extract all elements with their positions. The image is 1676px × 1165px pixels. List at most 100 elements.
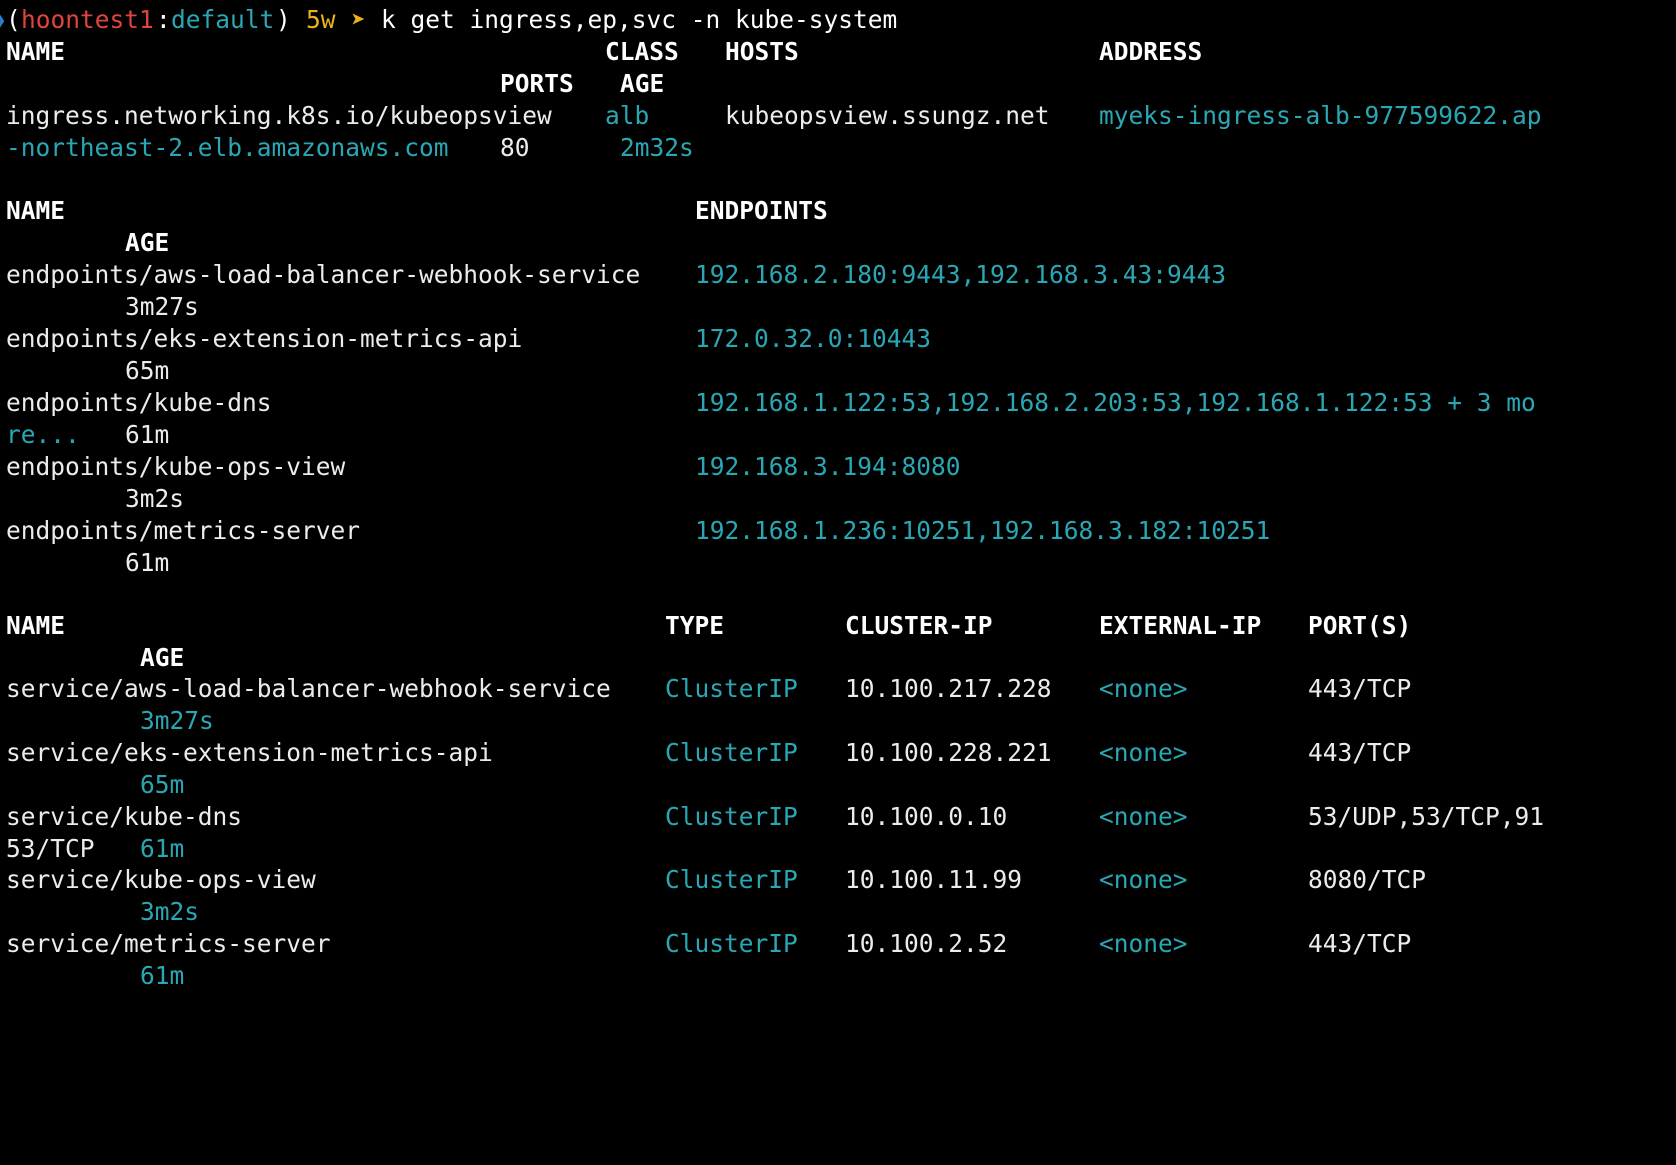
prompt-close-paren: )	[276, 5, 291, 34]
endpoint-name: endpoints/aws-load-balancer-webhook-serv…	[6, 260, 641, 289]
endpoint-age: 65m	[125, 356, 170, 385]
services-header-external-ip: EXTERNAL-IP	[1099, 611, 1262, 640]
service-cluster-ip: 10.100.217.228	[845, 674, 1052, 703]
endpoints-row: endpoints/metrics-server 192.168.1.236:1…	[0, 514, 1676, 548]
endpoints-header-age: AGE	[125, 228, 170, 257]
service-row: service/eks-extension-metrics-api Cluste…	[0, 736, 1676, 770]
endpoint-age: 61m	[125, 420, 170, 449]
endpoints-row-wrap: 3m27s	[0, 290, 1676, 324]
service-age: 61m	[140, 834, 185, 863]
service-age: 65m	[140, 770, 185, 799]
services-header-row: NAME TYPE CLUSTER-IP EXTERNAL-IP PORT(S)	[0, 609, 1676, 643]
service-name: service/kube-ops-view	[6, 865, 316, 894]
service-row: service/kube-ops-view ClusterIP 10.100.1…	[0, 863, 1676, 897]
ingress-name: ingress.networking.k8s.io/kubeopsview	[6, 101, 552, 130]
service-age: 3m27s	[140, 706, 214, 735]
service-row: service/kube-dns ClusterIP 10.100.0.10 <…	[0, 800, 1676, 834]
service-external-ip: <none>	[1099, 929, 1188, 958]
service-row-wrap: 65m	[0, 768, 1676, 802]
endpoints-row: endpoints/aws-load-balancer-webhook-serv…	[0, 258, 1676, 292]
service-name: service/aws-load-balancer-webhook-servic…	[6, 674, 611, 703]
service-row-wrap: 3m2s	[0, 895, 1676, 929]
ingress-class: alb	[605, 101, 650, 130]
service-external-ip: <none>	[1099, 865, 1188, 894]
ingress-header-hosts: HOSTS	[725, 37, 799, 66]
prompt-namespace: default	[171, 5, 275, 34]
endpoint-name: endpoints/kube-ops-view	[6, 452, 346, 481]
service-row-wrap: 3m27s	[0, 704, 1676, 738]
service-type: ClusterIP	[665, 929, 798, 958]
services-header-ports: PORT(S)	[1308, 611, 1412, 640]
endpoint-name: endpoints/eks-extension-metrics-api	[6, 324, 523, 353]
endpoints-row-wrap: re... 61m	[0, 418, 1676, 452]
service-name: service/metrics-server	[6, 929, 331, 958]
ingress-ports: 80	[500, 133, 530, 162]
endpoint-addresses: 192.168.1.236:10251,192.168.3.182:10251	[695, 516, 1271, 545]
service-row-wrap: 61m	[0, 959, 1676, 993]
ingress-header-age: AGE	[620, 69, 665, 98]
service-ports: 8080/TCP	[1308, 865, 1427, 894]
endpoint-addresses: 172.0.32.0:10443	[695, 324, 932, 353]
endpoints-row: endpoints/kube-dns 192.168.1.122:53,192.…	[0, 386, 1676, 420]
endpoints-row: endpoints/kube-ops-view 192.168.3.194:80…	[0, 450, 1676, 484]
service-type: ClusterIP	[665, 865, 798, 894]
ingress-address: myeks-ingress-alb-977599622.ap	[1099, 101, 1542, 130]
service-cluster-ip: 10.100.2.52	[845, 929, 1008, 958]
service-cluster-ip: 10.100.228.221	[845, 738, 1052, 767]
service-row: service/metrics-server ClusterIP 10.100.…	[0, 927, 1676, 961]
service-external-ip: <none>	[1099, 674, 1188, 703]
service-age: 61m	[140, 961, 185, 990]
service-cluster-ip: 10.100.0.10	[845, 802, 1008, 831]
prompt-command[interactable]: k get ingress,ep,svc -n kube-system	[381, 3, 897, 37]
endpoints-row-wrap: 61m	[0, 546, 1676, 580]
services-header-age: AGE	[140, 643, 185, 672]
service-cluster-ip: 10.100.11.99	[845, 865, 1023, 894]
service-ports-wrap: 53/TCP	[6, 834, 95, 863]
service-ports: 53/UDP,53/TCP,91	[1308, 802, 1545, 831]
endpoints-row: endpoints/eks-extension-metrics-api 172.…	[0, 322, 1676, 356]
service-external-ip: <none>	[1099, 738, 1188, 767]
endpoint-name: endpoints/kube-dns	[6, 388, 272, 417]
ingress-header-ports: PORTS	[500, 69, 574, 98]
ingress-hosts: kubeopsview.ssungz.net	[725, 101, 1050, 130]
endpoints-row-wrap: 65m	[0, 354, 1676, 388]
terminal-window[interactable]: ❯ ( hoontest1 : default ) 5w ➤ k get ing…	[0, 0, 1676, 1058]
service-external-ip: <none>	[1099, 802, 1188, 831]
services-header-row-wrap: AGE	[0, 641, 1676, 675]
endpoint-addresses: 192.168.3.194:8080	[695, 452, 961, 481]
services-header-cluster-ip: CLUSTER-IP	[845, 611, 993, 640]
service-row-wrap: 53/TCP 61m	[0, 832, 1676, 866]
ingress-header-address: ADDRESS	[1099, 37, 1203, 66]
prompt-cluster: hoontest1	[21, 5, 154, 34]
service-ports: 443/TCP	[1308, 738, 1412, 767]
endpoints-header-name: NAME	[6, 196, 66, 225]
ingress-age: 2m32s	[620, 133, 694, 162]
ingress-row: ingress.networking.k8s.io/kubeopsview al…	[0, 99, 1676, 133]
service-type: ClusterIP	[665, 674, 798, 703]
endpoint-age: 3m27s	[125, 292, 199, 321]
ingress-address-wrap: -northeast-2.elb.amazonaws.com	[6, 133, 449, 162]
endpoint-name: endpoints/metrics-server	[6, 516, 361, 545]
prompt-chevron-icon: ➤	[351, 5, 366, 34]
endpoint-age: 3m2s	[125, 484, 185, 513]
ingress-header-name: NAME	[6, 37, 66, 66]
endpoint-addresses-wrap: re...	[6, 420, 80, 449]
prompt-line: ❯ ( hoontest1 : default ) 5w ➤ k get ing…	[0, 3, 1676, 37]
ingress-header-row-wrap: PORTS AGE	[0, 67, 1676, 101]
endpoints-header-endpoints: ENDPOINTS	[695, 196, 828, 225]
service-row: service/aws-load-balancer-webhook-servic…	[0, 672, 1676, 706]
services-header-type: TYPE	[665, 611, 725, 640]
service-ports: 443/TCP	[1308, 674, 1412, 703]
service-type: ClusterIP	[665, 802, 798, 831]
service-name: service/kube-dns	[6, 802, 243, 831]
ingress-row-wrap: -northeast-2.elb.amazonaws.com 80 2m32s	[0, 131, 1676, 165]
prompt-duration: 5w	[306, 5, 336, 34]
service-age: 3m2s	[140, 897, 200, 926]
services-header-name: NAME	[6, 611, 66, 640]
service-name: service/eks-extension-metrics-api	[6, 738, 493, 767]
endpoints-header-row-wrap: AGE	[0, 226, 1676, 260]
ingress-header-row: NAME CLASS HOSTS ADDRESS	[0, 35, 1676, 69]
endpoint-addresses: 192.168.1.122:53,192.168.2.203:53,192.16…	[695, 388, 1536, 417]
service-ports: 443/TCP	[1308, 929, 1412, 958]
endpoints-row-wrap: 3m2s	[0, 482, 1676, 516]
